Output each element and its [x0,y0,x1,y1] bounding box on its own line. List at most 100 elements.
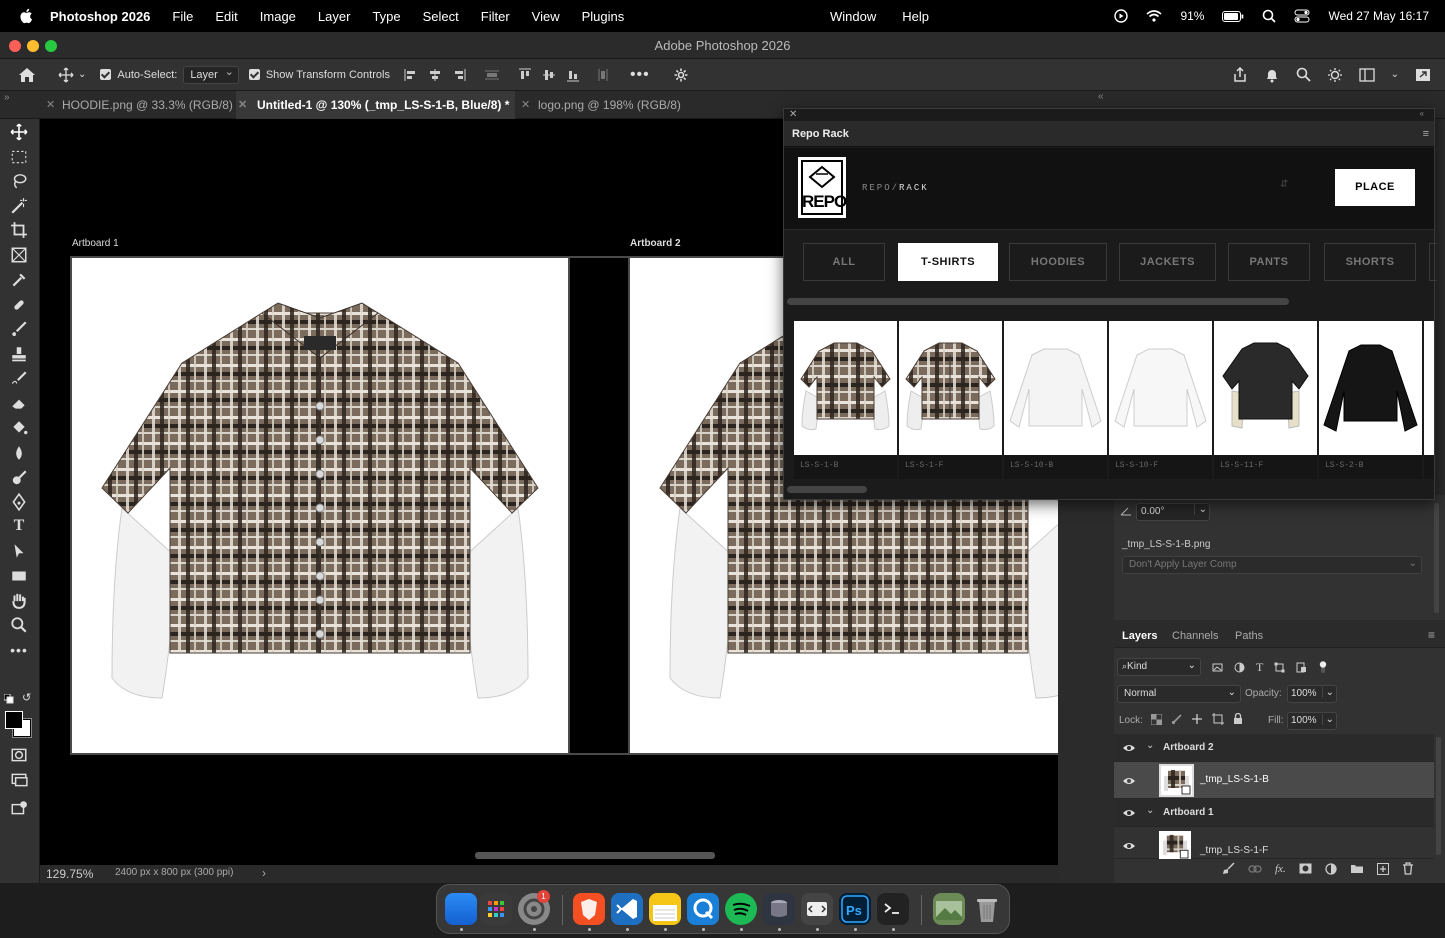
distribute-icon[interactable] [484,68,500,82]
hand-tool-icon[interactable] [8,591,30,609]
close-window-button[interactable] [9,40,21,52]
align-right-icon[interactable] [452,68,466,82]
opacity-input[interactable]: 100% ⌄ [1287,685,1337,703]
quick-mask-icon[interactable] [8,746,30,764]
menu-edit[interactable]: Edit [215,9,237,24]
tab-channels[interactable]: Channels [1172,630,1218,642]
menu-filter[interactable]: Filter [481,9,510,24]
collapse-chevron-icon[interactable]: » [4,91,10,105]
category-shorts[interactable]: SHORTS [1324,243,1416,281]
blur-tool-icon[interactable] [8,444,30,462]
broom-icon[interactable] [1222,862,1235,875]
export-icon[interactable] [1415,68,1431,82]
finder-icon[interactable] [445,893,477,925]
panel-menu-icon[interactable]: ≡ [1423,121,1429,147]
artboard-1[interactable] [70,256,570,755]
healing-brush-icon[interactable] [8,296,30,314]
category-scrollbar[interactable] [787,298,1289,305]
new-group-icon[interactable] [1350,863,1364,874]
properties-scrollbar[interactable] [1434,503,1439,613]
chevron-down-icon[interactable]: ⌄ [1146,740,1154,751]
bell-icon[interactable] [1264,67,1280,83]
lock-transparent-icon[interactable] [1151,713,1162,725]
close-tab-icon[interactable]: ✕ [238,91,247,119]
lock-all-icon[interactable] [1233,713,1243,725]
panel-menu-icon[interactable]: ≡ [1428,628,1435,642]
visibility-eye-icon[interactable] [1122,841,1136,851]
category-all[interactable]: ALL [803,243,885,281]
align-left-icon[interactable] [404,68,418,82]
move-tool-icon[interactable] [58,67,74,83]
lock-position-icon[interactable] [1191,713,1203,725]
visibility-eye-icon[interactable] [1122,743,1136,753]
collapse-panel-icon[interactable]: « [1420,109,1424,118]
menu-help[interactable]: Help [902,9,929,24]
add-mask-icon[interactable] [1299,863,1312,874]
product-card[interactable]: LS-S-10-B [1004,321,1107,479]
product-card[interactable]: LS-S-10-F [1109,321,1212,479]
menu-file[interactable]: File [172,9,193,24]
zoom-tool-icon[interactable] [8,616,30,634]
align-vcenter-icon[interactable] [542,68,556,82]
search-panel-icon[interactable] [1296,67,1311,82]
dodge-tool-icon[interactable] [8,469,30,487]
align-bottom-icon[interactable] [566,68,580,82]
transform-controls-checkbox[interactable] [248,69,260,80]
more-tools-icon[interactable]: ••• [8,641,30,659]
angle-chevron-icon[interactable]: ⌄ [1193,504,1207,515]
lock-artboard-icon[interactable] [1212,713,1224,725]
swap-colors-icon[interactable]: ↺ [22,691,31,704]
filter-type-icon[interactable]: T [1256,660,1263,675]
play-circle-icon[interactable] [1114,9,1129,23]
auto-select-checkbox[interactable] [100,69,112,80]
close-tab-icon[interactable]: ✕ [46,91,55,119]
spotify-icon[interactable] [725,893,757,925]
sort-icon[interactable]: ⇵ [1280,179,1288,190]
layer-row-tmp-ls-s-1-b[interactable]: _tmp_LS-S-1-B [1114,762,1434,799]
gear-icon[interactable] [674,68,688,82]
menu-app-name[interactable]: Photoshop 2026 [50,9,150,24]
angle-input[interactable]: 0.00° ⌄ [1136,503,1210,521]
layer-row-artboard-1[interactable]: ⌄ Artboard 1 [1114,799,1434,827]
adjustment-layer-icon[interactable] [1325,862,1337,875]
category-jackets[interactable]: JACKETS [1119,243,1216,281]
discover-lightbulb-icon[interactable] [1327,67,1343,83]
zoom-level[interactable]: 129.75% [46,867,93,881]
foreground-color-swatch[interactable] [5,711,23,729]
eyedropper-tool-icon[interactable] [8,271,30,289]
menu-plugins[interactable]: Plugins [582,9,625,24]
path-selection-icon[interactable] [8,542,30,560]
fill-input[interactable]: 100% ⌄ [1287,712,1337,730]
wifi-icon[interactable] [1146,10,1162,22]
horizontal-scrollbar[interactable] [475,852,715,859]
align-top-icon[interactable] [518,68,532,82]
menu-type[interactable]: Type [372,9,400,24]
new-layer-icon[interactable] [1376,862,1389,875]
align-hcenter-icon[interactable] [428,68,442,82]
workspace-chevron-icon[interactable]: ⌄ [1391,69,1399,80]
product-card[interactable]: LS-S-2-B [1319,321,1422,479]
lock-brush-icon[interactable] [1171,713,1182,725]
lasso-tool-icon[interactable] [8,172,30,190]
chevron-down-icon[interactable]: ⌄ [1146,805,1154,816]
product-card-partial[interactable] [1424,321,1434,479]
filter-toggle-icon[interactable] [1318,660,1328,675]
type-tool-icon[interactable]: T [8,517,30,535]
layer-row-tmp-ls-s-1-f[interactable]: _tmp_LS-S-1-F [1114,827,1434,859]
frame-tool-icon[interactable] [8,246,30,264]
category-hoodies[interactable]: HOODIES [1009,243,1107,281]
place-button[interactable]: PLACE [1335,169,1415,206]
visibility-eye-icon[interactable] [1122,776,1136,786]
vscode-icon[interactable] [611,893,643,925]
artboard-2-label[interactable]: Artboard 2 [630,238,681,249]
menu-window[interactable]: Window [830,9,876,24]
layers-scrollbar[interactable] [1436,737,1441,855]
photoshop-icon[interactable]: Ps [839,893,871,925]
menu-image[interactable]: Image [260,9,296,24]
tab-logo[interactable]: ✕ logo.png @ 198% (RGB/8) [519,91,689,119]
product-card[interactable]: LS-S-1-F [899,321,1002,479]
brave-browser-icon[interactable] [573,893,605,925]
fx-icon[interactable]: fx. [1275,863,1286,875]
products-scrollbar[interactable] [787,486,867,493]
menu-view[interactable]: View [532,9,560,24]
